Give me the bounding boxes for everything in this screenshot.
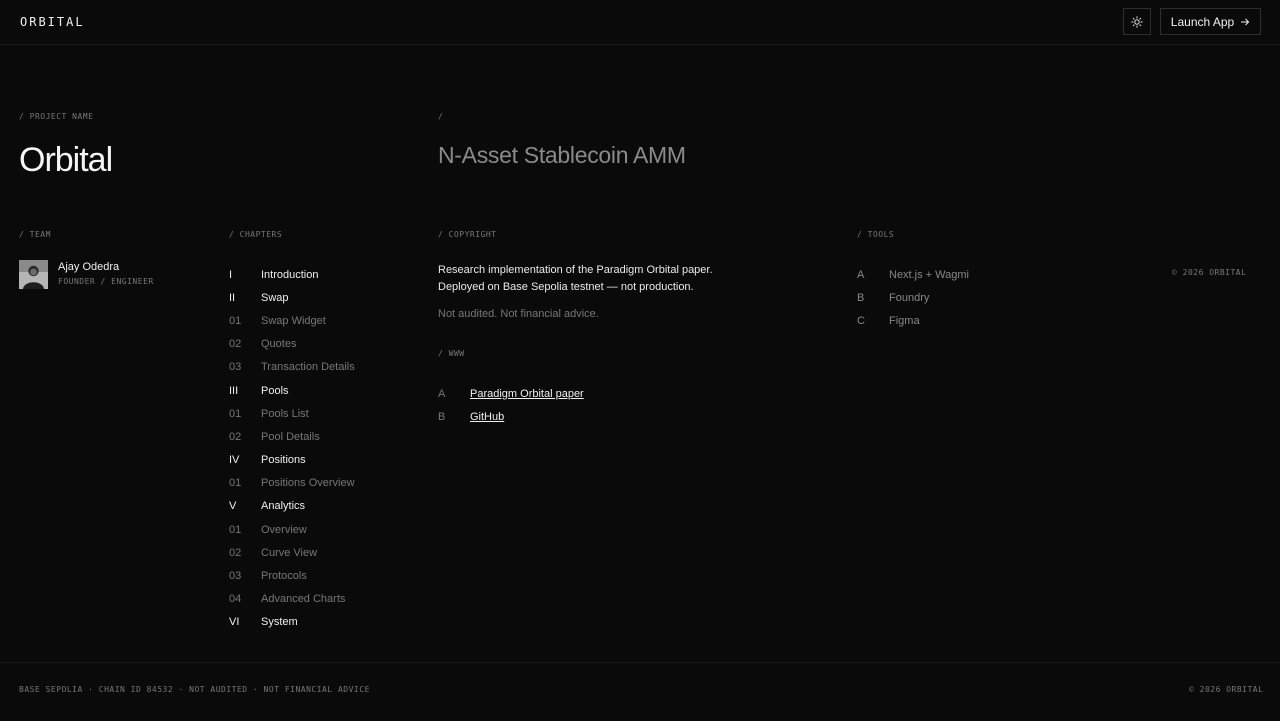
team-label: / TEAM [19,230,51,239]
logo[interactable]: ORBITAL [20,15,85,29]
list-item: B GitHub [438,405,584,428]
chapter-number: 02 [229,546,242,559]
tools-list: A Next.js + Wagmi B Foundry C Figma [857,263,969,333]
sun-icon [1131,15,1143,28]
copyright-line-1: Research implementation of the Paradigm … [438,264,713,276]
chapter-title: Curve View [261,546,318,559]
list-item: C Figma [857,309,969,332]
chapter-number: II [229,291,236,304]
chapter-title: Pools List [261,407,309,420]
chapter-number: VI [229,616,240,629]
chapter-item[interactable]: 01 Positions Overview [229,472,419,495]
chapter-number: 03 [229,570,242,583]
chapter-number: 02 [229,338,242,351]
project-name-label: / PROJECT NAME [19,112,94,121]
list-item: A Paradigm Orbital paper [438,382,584,405]
link-letter: A [438,387,446,400]
chapter-item[interactable]: VI System [229,611,419,634]
team-member-name: Ajay Odedra [58,261,120,273]
project-title: Orbital [19,141,113,179]
chapter-title: Swap [261,291,289,304]
chapter-item[interactable]: IV Positions [229,449,419,472]
chapter-number: III [229,384,239,397]
chapter-item[interactable]: 01 Overview [229,518,419,541]
theme-toggle-button[interactable] [1123,8,1151,35]
tool-letter: A [857,268,865,281]
arrow-right-icon [1241,18,1250,25]
chapter-title: Advanced Charts [261,593,346,606]
chapter-number: I [229,268,233,281]
footer: BASE SEPOLIA · CHAIN ID 84532 · NOT AUDI… [0,662,1280,721]
tool-name: Foundry [889,291,930,304]
chapter-title: Transaction Details [261,361,355,374]
project-tagline: N-Asset Stablecoin AMM [438,142,686,168]
footer-copyright: © 2026 ORBITAL [1189,685,1264,694]
list-item: A Next.js + Wagmi [857,263,969,286]
chapter-number: 03 [229,361,242,374]
team-member-role: FOUNDER / ENGINEER [58,277,154,286]
chapter-number: 01 [229,314,242,327]
chapter-number: 01 [229,407,242,420]
launch-app-label: Launch App [1170,14,1235,29]
www-label: / WWW [438,349,465,358]
chapter-item[interactable]: I Introduction [229,263,419,286]
top-bar: ORBITAL Launch App [0,0,1280,45]
disclaimer-note: Not audited. Not financial advice. [438,308,599,320]
avatar [19,260,48,289]
launch-app-button[interactable]: Launch App [1160,8,1261,35]
chapter-number: 02 [229,430,242,443]
list-item: B Foundry [857,286,969,309]
chapter-item[interactable]: 02 Curve View [229,541,419,564]
chapter-number: 04 [229,593,242,606]
chapter-item[interactable]: 02 Pool Details [229,425,419,448]
chapter-title: Pools [261,384,289,397]
tool-name: Figma [889,314,920,327]
chapter-number: 01 [229,523,242,536]
chapter-title: System [261,616,298,629]
chapter-number: V [229,500,237,513]
link-letter: B [438,410,446,423]
chapter-title: Positions [261,454,306,467]
chapters-label: / CHAPTERS [229,230,283,239]
chapter-title: Overview [261,523,307,536]
chapter-item[interactable]: III Pools [229,379,419,402]
tool-letter: C [857,314,865,327]
chapter-title: Protocols [261,570,307,583]
paradigm-paper-link[interactable]: Paradigm Orbital paper [470,388,584,400]
chapter-item[interactable]: 01 Pools List [229,402,419,425]
tools-label: / TOOLS [857,230,895,239]
copyright-label: / COPYRIGHT [438,230,497,239]
chapter-title: Positions Overview [261,477,355,490]
chapter-item[interactable]: 02 Quotes [229,333,419,356]
chapter-item[interactable]: V Analytics [229,495,419,518]
chapter-item[interactable]: 01 Swap Widget [229,309,419,332]
chapter-title: Quotes [261,338,297,351]
chapter-item[interactable]: II Swap [229,286,419,309]
tagline-label: / [438,112,444,121]
chapter-title: Introduction [261,268,319,281]
copyright-line-2: Deployed on Base Sepolia testnet — not p… [438,281,694,293]
chapter-number: IV [229,454,240,467]
copyright-text: Research implementation of the Paradigm … [438,262,713,296]
chapter-title: Swap Widget [261,314,326,327]
www-links: A Paradigm Orbital paper B GitHub [438,382,584,428]
tool-name: Next.js + Wagmi [889,268,969,281]
copyright-badge: © 2026 ORBITAL [1172,268,1247,277]
chapter-item[interactable]: 03 Protocols [229,564,419,587]
chapter-number: 01 [229,477,242,490]
chapter-title: Pool Details [261,430,320,443]
tool-letter: B [857,291,865,304]
chapter-item[interactable]: 04 Advanced Charts [229,588,419,611]
chapters-list: I Introduction II Swap 01 Swap Widget 02 Quotes… [229,263,419,634]
github-link[interactable]: GitHub [470,411,504,423]
chapter-title: Analytics [261,500,306,513]
chapter-item[interactable]: 03 Transaction Details [229,356,419,379]
footer-status: BASE SEPOLIA · CHAIN ID 84532 · NOT AUDI… [19,685,370,694]
